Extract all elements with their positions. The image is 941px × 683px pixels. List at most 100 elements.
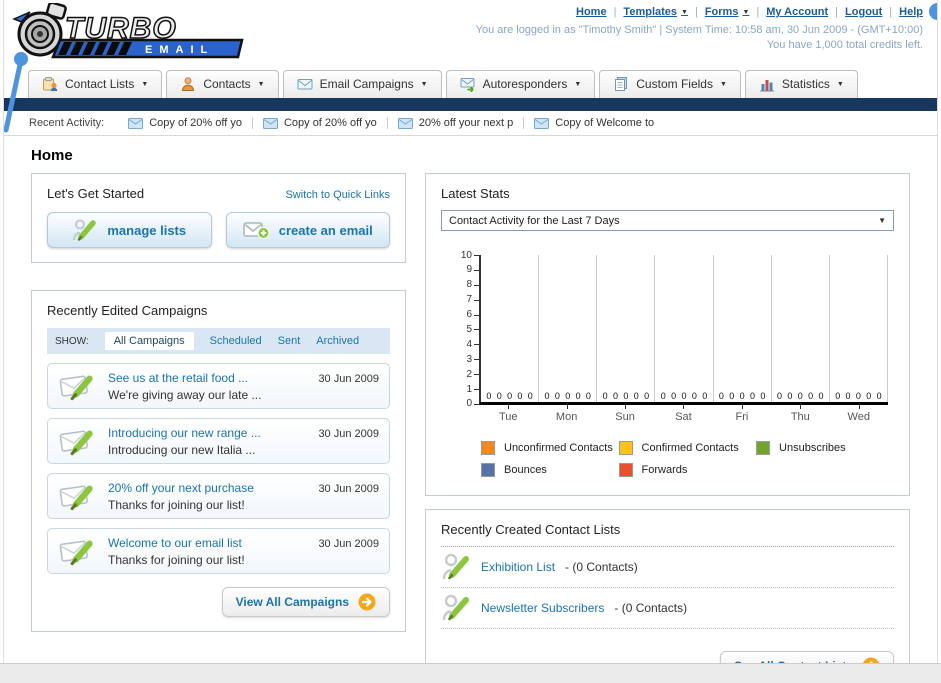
legend-item: Bounces <box>481 463 619 477</box>
autoresponders-icon <box>460 78 475 92</box>
view-all-campaigns-button[interactable]: View All Campaigns <box>221 587 390 617</box>
bar-value-label: 0 <box>729 391 735 401</box>
top-link-help[interactable]: Help <box>899 6 923 18</box>
campaign-title-link[interactable]: 20% off your next purchase <box>108 481 310 495</box>
bar-value-label: 0 <box>876 391 882 401</box>
legend-label: Confirmed Contacts <box>641 442 739 454</box>
recent-activity-item[interactable]: Copy of 20% off yo <box>253 117 388 129</box>
recent-contact-lists-panel: Recently Created Contact Lists Exhibitio… <box>425 509 910 663</box>
envelope-pencil-icon <box>59 375 93 401</box>
campaign-filter-bar: SHOW: All Campaigns Scheduled Sent Archi… <box>47 328 390 354</box>
x-tick-label: Tue <box>479 405 537 423</box>
x-tick-label: Sat <box>654 405 712 423</box>
campaign-subtitle: Thanks for joining our list! <box>108 497 245 512</box>
bar-value-label: 0 <box>691 391 697 401</box>
statistics-icon <box>759 80 774 92</box>
campaign-row[interactable]: 20% off your next purchase Thanks for jo… <box>47 473 390 519</box>
bar-value-label: 0 <box>644 391 650 401</box>
legend-swatch <box>756 441 771 455</box>
campaigns-title: Recently Edited Campaigns <box>47 303 208 318</box>
dropdown-caret-icon: ▼ <box>574 80 582 88</box>
campaign-subtitle: Introducing our new Italia ... <box>108 442 256 457</box>
chart-y-axis: 10 9 8 7 6 5 4 3 2 1 0 <box>457 250 479 409</box>
value-label-row: 00000 <box>830 391 887 401</box>
bar-value-label: 0 <box>507 391 513 401</box>
top-link-home[interactable]: Home <box>576 6 607 18</box>
stats-period-select[interactable]: Contact Activity for the Last 7 Days ▼ <box>441 210 894 231</box>
bar-value-label: 0 <box>702 391 708 401</box>
contact-list-row[interactable]: Newsletter Subscribers - (0 Contacts) <box>441 588 894 629</box>
legend-item: Unconfirmed Contacts <box>481 441 619 455</box>
top-link-forms[interactable]: Forms ▼ <box>705 6 750 18</box>
email-icon <box>534 117 550 129</box>
value-label-row: 00000 <box>655 391 712 401</box>
contact-activity-chart: 10 9 8 7 6 5 4 3 2 1 0 000000000000000000000000000… <box>457 250 888 423</box>
custom-fields-icon <box>615 77 628 91</box>
legend-item: Unsubscribes <box>756 441 894 455</box>
login-line: You are logged in as "Timothy Smith" | S… <box>475 24 923 36</box>
legend-item: Forwards <box>618 463 757 477</box>
top-link-templates[interactable]: Templates ▼ <box>623 6 688 18</box>
recent-activity-item[interactable]: Copy of Welcome to <box>524 117 664 129</box>
tab-statistics[interactable]: Statistics ▼ <box>744 70 858 98</box>
manage-lists-button[interactable]: manage lists <box>47 212 212 248</box>
bar-value-label: 0 <box>866 391 872 401</box>
campaign-row[interactable]: See us at the retail food ... We're givi… <box>47 363 390 409</box>
campaign-row[interactable]: Introducing our new range ... Introducin… <box>47 418 390 464</box>
dropdown-caret-icon: ▼ <box>681 8 688 16</box>
top-navigation: Home | Templates ▼ | Forms ▼ | My Account | Lo… <box>476 6 923 53</box>
bar-value-label: 0 <box>797 391 803 401</box>
filter-sent[interactable]: Sent <box>278 335 301 347</box>
see-all-contact-lists-button[interactable]: See All Contact Lists <box>720 651 894 663</box>
tab-contact-lists[interactable]: Contact Lists ▼ <box>28 70 163 98</box>
campaign-row[interactable]: Welcome to our email list Thanks for joi… <box>47 528 390 574</box>
bar-value-label: 0 <box>633 391 639 401</box>
y-tick-label: 1 <box>466 384 479 394</box>
value-label-row: 00000 <box>714 391 771 401</box>
legend-label: Unsubscribes <box>779 442 846 454</box>
filter-all-campaigns[interactable]: All Campaigns <box>104 332 194 350</box>
bar-value-label: 0 <box>612 391 618 401</box>
x-tick-label: Thu <box>771 405 829 423</box>
bar-value-label: 0 <box>777 391 783 401</box>
legend-swatch <box>618 463 633 477</box>
legend-swatch <box>618 441 633 455</box>
bar-value-label: 0 <box>787 391 793 401</box>
tab-contacts[interactable]: Contacts ▼ <box>166 70 279 98</box>
tab-custom-fields[interactable]: Custom Fields ▼ <box>599 70 741 98</box>
filter-scheduled[interactable]: Scheduled <box>210 335 262 347</box>
contact-list-name-link[interactable]: Newsletter Subscribers <box>481 601 604 615</box>
create-email-button[interactable]: create an email <box>225 212 390 248</box>
bar-value-label: 0 <box>749 391 755 401</box>
main-nav: Contact Lists ▼ Contacts ▼ Email Campaigns… <box>4 64 937 98</box>
filter-archived[interactable]: Archived <box>316 335 359 347</box>
top-link-my-account[interactable]: My Account <box>766 6 828 18</box>
email-icon <box>128 117 144 129</box>
contact-list-detail: - (0 Contacts) <box>614 601 688 615</box>
value-label-row: 00000 <box>597 391 654 401</box>
tab-email-campaigns[interactable]: Email Campaigns ▼ <box>282 70 442 98</box>
tab-autoresponders[interactable]: Autoresponders ▼ <box>445 70 596 98</box>
legend-item: Confirmed Contacts <box>618 441 757 455</box>
logo[interactable]: TURBO EMAIL <box>10 3 245 59</box>
y-tick-label: 10 <box>461 250 479 260</box>
dropdown-caret-icon: ▼ <box>257 80 265 88</box>
contact-list-name-link[interactable]: Exhibition List <box>481 560 555 574</box>
switch-quick-links-link[interactable]: Switch to Quick Links <box>285 189 390 201</box>
top-link-logout[interactable]: Logout <box>845 6 882 18</box>
chart-day-group: 00000 <box>597 255 656 402</box>
campaign-title-link[interactable]: Welcome to our email list <box>108 536 310 550</box>
contact-list-row[interactable]: Exhibition List - (0 Contacts) <box>441 547 894 588</box>
campaign-title-link[interactable]: Introducing our new range ... <box>108 426 310 440</box>
recent-activity-bar: Recent Activity: Copy of 20% off yo Copy… <box>4 111 937 136</box>
value-label-row: 00000 <box>772 391 829 401</box>
bar-value-label: 0 <box>517 391 523 401</box>
get-started-panel: Let's Get Started Switch to Quick Links … <box>31 173 406 263</box>
y-tick-label: 8 <box>466 280 479 290</box>
campaign-title-link[interactable]: See us at the retail food ... <box>108 371 310 385</box>
y-tick-label: 9 <box>466 265 479 275</box>
recent-activity-item[interactable]: Copy of 20% off yo <box>118 117 253 129</box>
recent-activity-item[interactable]: 20% off your next p <box>388 117 525 129</box>
person-pencil-icon <box>442 594 469 621</box>
bar-value-label: 0 <box>808 391 814 401</box>
